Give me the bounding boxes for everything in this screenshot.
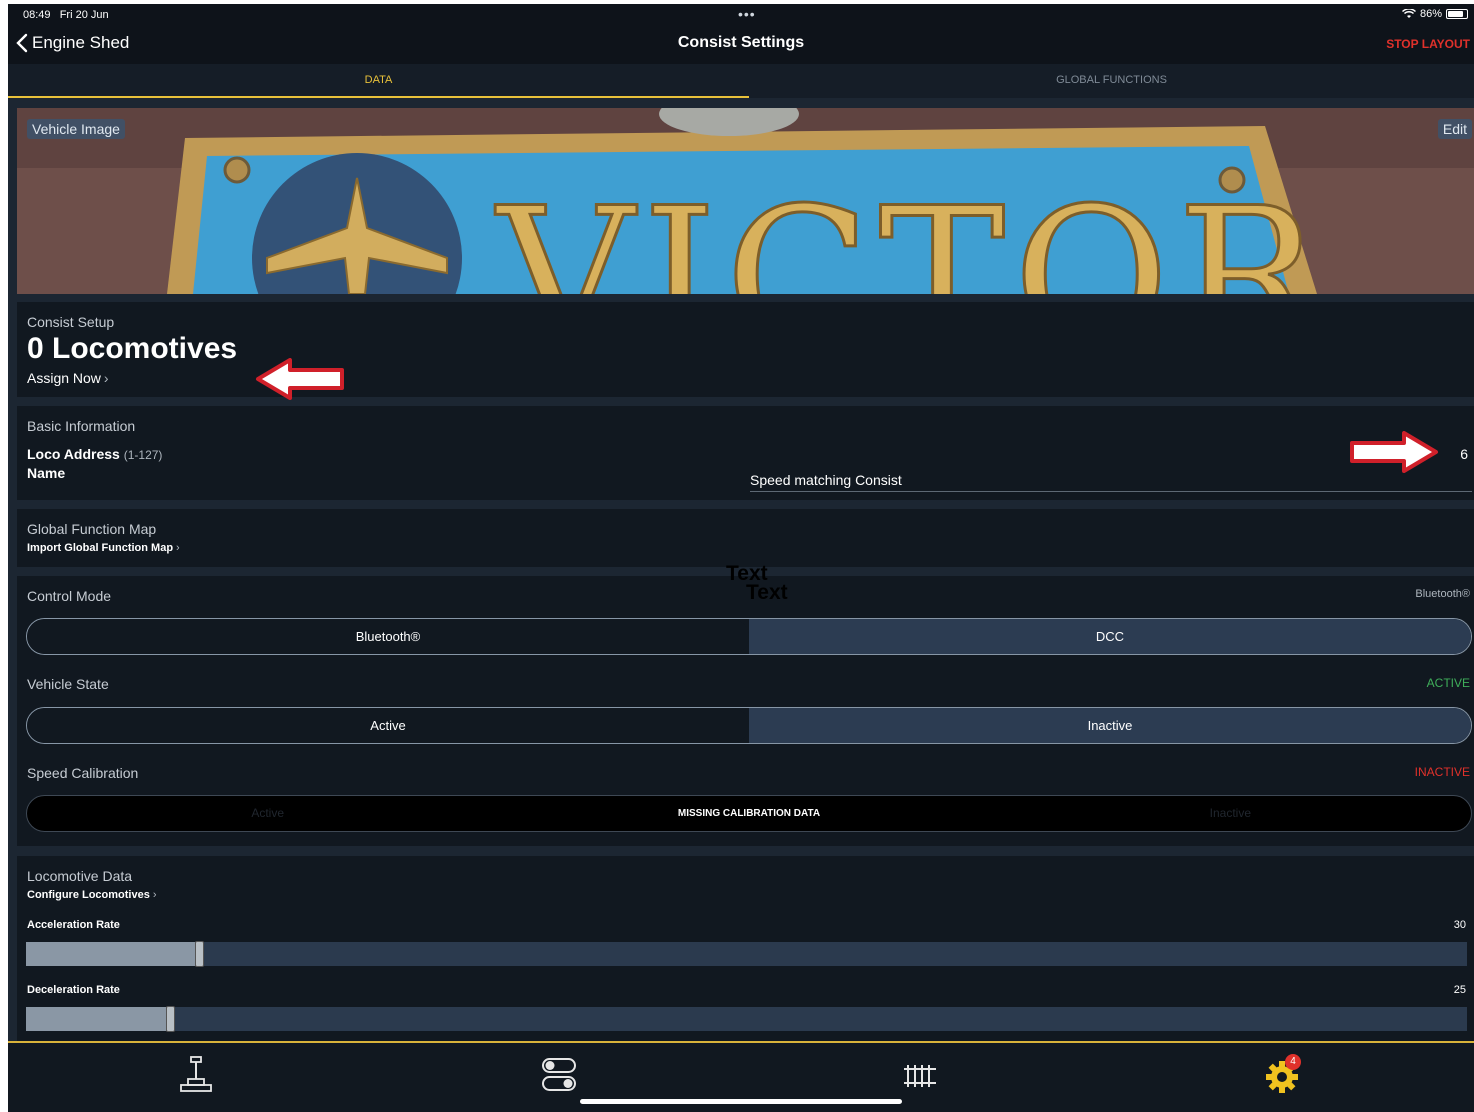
configure-label: Configure Locomotives <box>27 889 150 901</box>
loco-address-range: (1-127) <box>123 448 163 462</box>
annotation-arrow-right-icon <box>1350 431 1438 473</box>
acceleration-slider-handle[interactable] <box>195 941 204 967</box>
loco-address-label: Loco Address (1-127) <box>27 446 163 462</box>
control-mode-option-bluetooth[interactable]: Bluetooth® <box>27 619 749 654</box>
control-mode-value: Bluetooth® <box>1415 588 1470 600</box>
chevron-right-icon: › <box>152 889 157 901</box>
chevron-left-icon <box>16 33 28 53</box>
tab-data[interactable]: DATA <box>8 64 749 98</box>
deceleration-rate-value: 25 <box>1453 984 1466 996</box>
configure-locomotives-link[interactable]: Configure Locomotives › <box>27 889 157 901</box>
segment-tabs: DATA GLOBAL FUNCTIONS <box>8 64 1474 98</box>
overlay-text-2: Text <box>746 581 788 604</box>
assign-now-link[interactable]: Assign Now › <box>27 370 109 386</box>
status-right: 86% <box>1401 8 1468 20</box>
speed-cal-option-inactive: Inactive <box>1209 806 1251 820</box>
control-mode-option-dcc[interactable]: DCC <box>749 619 1471 654</box>
vehicle-state-title: Vehicle State <box>27 676 109 692</box>
speed-cal-option-active: Active <box>251 806 284 820</box>
global-function-map-section: Global Function Map Import Global Functi… <box>17 509 1474 567</box>
acceleration-rate-label: Acceleration Rate <box>27 919 120 931</box>
name-field[interactable]: Speed matching Consist <box>750 472 1472 492</box>
import-label: Import Global Function Map <box>27 542 174 554</box>
settings-badge: 4 <box>1285 1054 1301 1070</box>
acceleration-rate-value: 30 <box>1453 919 1466 931</box>
basic-info-section: Basic Information Loco Address (1-127) 6… <box>17 406 1474 500</box>
railway-track-icon[interactable] <box>902 1055 938 1095</box>
throttle-icon[interactable] <box>178 1055 214 1095</box>
vehicle-state-option-inactive[interactable]: Inactive <box>749 708 1471 743</box>
consist-setup-title: Consist Setup <box>27 314 115 330</box>
assign-now-label: Assign Now <box>27 370 101 386</box>
vehicle-image-label: Vehicle Image <box>27 119 125 139</box>
battery-icon <box>1446 9 1468 19</box>
back-button[interactable]: Engine Shed <box>16 33 129 53</box>
multitask-dots[interactable]: ••• <box>738 6 756 22</box>
app-screen: 08:49 Fri 20 Jun ••• 86% Engine Shed Con… <box>8 4 1474 1112</box>
deceleration-fill <box>26 1007 170 1031</box>
back-label: Engine Shed <box>32 33 130 52</box>
acceleration-rate-slider[interactable] <box>26 941 1467 967</box>
chevron-right-icon: › <box>176 542 180 554</box>
toggles-icon[interactable] <box>541 1055 577 1095</box>
speed-calibration-selector: Active MISSING CALIBRATION DATA Inactive <box>26 795 1472 832</box>
battery-percent: 86% <box>1419 8 1442 20</box>
locomotive-count: 0 Locomotives <box>27 332 238 365</box>
modes-section: Control Mode Bluetooth® Bluetooth® DCC V… <box>17 576 1474 846</box>
annotation-arrow-left-icon <box>256 358 344 400</box>
edit-image-button[interactable]: Edit <box>1437 119 1472 139</box>
control-mode-title: Control Mode <box>27 588 112 604</box>
control-mode-selector: Bluetooth® DCC <box>26 618 1472 655</box>
nameplate-text: VICTOR <box>495 167 1328 294</box>
deceleration-rate-slider[interactable] <box>26 1006 1467 1032</box>
vehicle-state-value: ACTIVE <box>1426 676 1470 690</box>
consist-setup-section: Consist Setup 0 Locomotives Assign Now › <box>17 302 1474 397</box>
import-global-function-map-link[interactable]: Import Global Function Map › <box>27 542 180 554</box>
basic-info-title: Basic Information <box>27 418 136 434</box>
tab-global-functions[interactable]: GLOBAL FUNCTIONS <box>749 64 1474 98</box>
navigation-bar: Engine Shed Consist Settings STOP LAYOUT <box>8 26 1474 64</box>
name-label: Name <box>27 465 66 481</box>
vehicle-state-selector: Active Inactive <box>26 707 1472 744</box>
loco-address-value[interactable]: 6 <box>1460 446 1468 462</box>
nameplate-photo: VICTOR <box>17 108 1474 294</box>
missing-calibration-label: MISSING CALIBRATION DATA <box>677 808 821 819</box>
acceleration-fill <box>26 942 199 966</box>
home-indicator[interactable] <box>580 1099 902 1104</box>
vehicle-state-option-active[interactable]: Active <box>27 708 749 743</box>
global-function-map-title: Global Function Map <box>27 521 157 537</box>
wifi-icon <box>1401 9 1416 18</box>
status-bar: 08:49 Fri 20 Jun ••• 86% <box>8 4 1474 26</box>
vehicle-image[interactable]: VICTOR Vehicle Image Edit <box>17 108 1474 294</box>
speed-calibration-value: INACTIVE <box>1414 765 1470 779</box>
speed-calibration-title: Speed Calibration <box>27 765 139 781</box>
deceleration-rate-label: Deceleration Rate <box>27 984 120 996</box>
status-time: 08:49 Fri 20 Jun <box>23 9 109 21</box>
locomotive-data-section: Locomotive Data Configure Locomotives › A… <box>17 856 1474 1041</box>
stop-layout-button[interactable]: STOP LAYOUT <box>1386 37 1470 51</box>
page-title: Consist Settings <box>677 34 805 51</box>
chevron-right-icon: › <box>103 370 109 386</box>
locomotive-data-title: Locomotive Data <box>27 868 133 884</box>
deceleration-slider-handle[interactable] <box>166 1006 175 1032</box>
